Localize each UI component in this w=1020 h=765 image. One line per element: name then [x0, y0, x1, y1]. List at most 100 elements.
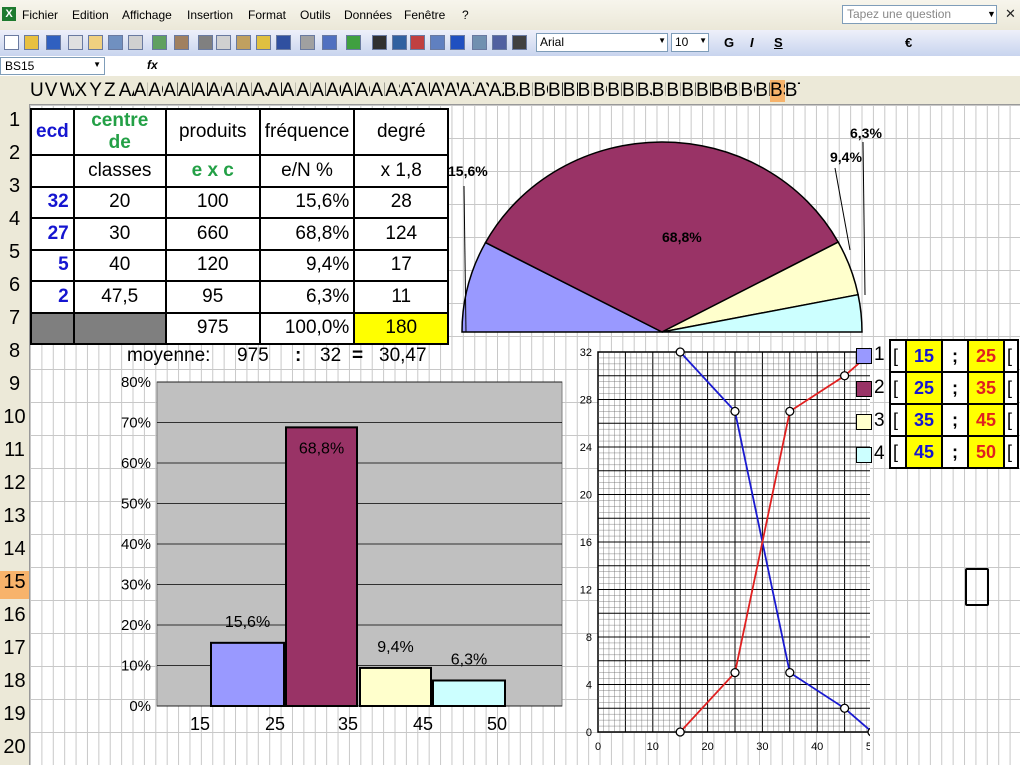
- column-header[interactable]: AS: [385, 80, 400, 102]
- header2-degre[interactable]: x 1,8: [353, 154, 450, 188]
- line-chart[interactable]: 0 4 8 12 16 20 24 28 32 0 10 20 30 40 50: [560, 340, 870, 765]
- header-ecd[interactable]: ecd: [30, 108, 75, 156]
- column-header[interactable]: AK: [267, 80, 282, 102]
- column-header[interactable]: AQ: [356, 80, 371, 102]
- cell-produits[interactable]: 660: [164, 217, 261, 251]
- column-header[interactable]: BA: [504, 80, 519, 102]
- cell-centre[interactable]: 47,5: [72, 280, 167, 314]
- redo-icon[interactable]: [300, 35, 315, 50]
- column-header[interactable]: BH: [607, 80, 622, 102]
- column-header[interactable]: AN: [311, 80, 326, 102]
- bracket-close[interactable]: [: [1004, 371, 1019, 405]
- column-header[interactable]: W: [60, 80, 75, 102]
- column-header[interactable]: AI: [237, 80, 252, 102]
- menu-item[interactable]: Edition: [72, 8, 109, 22]
- header2-frequence[interactable]: e/N %: [258, 154, 356, 188]
- column-header[interactable]: BC: [533, 80, 548, 102]
- spell-icon[interactable]: [152, 35, 167, 50]
- header-produits[interactable]: produits: [164, 108, 261, 156]
- cell-ecd[interactable]: 5: [30, 248, 75, 282]
- row-header[interactable]: 17: [0, 637, 29, 665]
- row-header[interactable]: 10: [0, 406, 29, 434]
- data-point[interactable]: [675, 347, 685, 357]
- cell-produits[interactable]: 100: [164, 185, 261, 219]
- data-point[interactable]: [785, 667, 795, 678]
- header-centre[interactable]: centre de: [72, 108, 167, 156]
- cell-degre[interactable]: 124: [353, 217, 450, 251]
- font-size-select[interactable]: 10 ▼: [671, 33, 709, 52]
- column-header[interactable]: AT: [400, 80, 415, 102]
- cell-ecd[interactable]: 32: [30, 185, 75, 219]
- column-header[interactable]: BO: [711, 80, 726, 102]
- chevron-down-icon[interactable]: ▼: [987, 9, 996, 19]
- row-header[interactable]: 5: [0, 241, 29, 269]
- column-header[interactable]: AX: [459, 80, 474, 102]
- research-icon[interactable]: [174, 35, 189, 50]
- paste-icon[interactable]: [236, 35, 251, 50]
- data-point[interactable]: [785, 406, 795, 417]
- save-icon[interactable]: [46, 35, 61, 50]
- column-header[interactable]: AC: [148, 80, 163, 102]
- menu-item[interactable]: ?: [462, 8, 469, 22]
- cell-total-frequence[interactable]: 100,0%: [258, 311, 356, 345]
- cell-ecd[interactable]: 2: [30, 280, 75, 314]
- cell-degre[interactable]: 28: [353, 185, 450, 219]
- bold-button[interactable]: G: [724, 35, 734, 50]
- column-header[interactable]: AM: [296, 80, 311, 102]
- row-header[interactable]: 7: [0, 307, 29, 335]
- row-header[interactable]: 6: [0, 274, 29, 302]
- row-header[interactable]: 4: [0, 208, 29, 236]
- cell-frequence[interactable]: 9,4%: [258, 248, 356, 282]
- bar-chart[interactable]: 0% 10% 20% 30% 40% 50% 60% 70% 80% 15,6% 68,8% 9,4%…: [105, 370, 575, 740]
- row-header[interactable]: 18: [0, 670, 29, 698]
- open-icon[interactable]: [24, 35, 39, 50]
- cell-produits[interactable]: 120: [164, 248, 261, 282]
- bar[interactable]: [359, 666, 432, 707]
- column-header[interactable]: BG: [592, 80, 607, 102]
- menu-item[interactable]: Données: [344, 8, 392, 22]
- column-header[interactable]: V: [45, 80, 60, 102]
- cell-centre[interactable]: 20: [72, 185, 167, 219]
- separator[interactable]: ;: [941, 435, 969, 469]
- data-point[interactable]: [730, 406, 740, 417]
- separator[interactable]: ;: [941, 371, 969, 405]
- cell-centre[interactable]: 30: [72, 217, 167, 251]
- print-icon[interactable]: [108, 35, 123, 50]
- row-header[interactable]: 12: [0, 472, 29, 500]
- fx-icon[interactable]: fx: [147, 58, 158, 72]
- bracket-open[interactable]: [: [889, 403, 906, 437]
- bracket-close[interactable]: [: [1004, 339, 1019, 373]
- header-degre[interactable]: degré: [353, 108, 450, 156]
- cell-frequence[interactable]: 15,6%: [258, 185, 356, 219]
- column-header[interactable]: BB: [518, 80, 533, 102]
- preview-icon[interactable]: [128, 35, 143, 50]
- help-search-input[interactable]: Tapez une question: [842, 5, 997, 24]
- column-header[interactable]: BR: [755, 80, 770, 102]
- sum-icon[interactable]: [372, 35, 387, 50]
- column-header[interactable]: AR: [370, 80, 385, 102]
- cell-total-ecd[interactable]: [30, 311, 75, 345]
- bar[interactable]: [285, 426, 358, 708]
- header2-centre[interactable]: classes: [72, 154, 167, 188]
- column-header[interactable]: AE: [178, 80, 193, 102]
- underline-button[interactable]: S: [774, 35, 783, 50]
- row-header[interactable]: 19: [0, 703, 29, 731]
- drawing-icon[interactable]: [430, 35, 445, 50]
- options-icon[interactable]: [492, 35, 507, 50]
- column-header[interactable]: BQ: [740, 80, 755, 102]
- permission-icon[interactable]: [68, 35, 83, 50]
- link-icon[interactable]: [322, 35, 337, 50]
- column-header[interactable]: BM: [681, 80, 696, 102]
- cell-degre[interactable]: 17: [353, 248, 450, 282]
- interval-low[interactable]: 15: [905, 339, 943, 373]
- column-header[interactable]: BF: [578, 80, 593, 102]
- close-icon[interactable]: ✕: [1005, 6, 1016, 22]
- italic-button[interactable]: I: [750, 35, 754, 50]
- column-header[interactable]: AU: [415, 80, 430, 102]
- column-header[interactable]: BN: [696, 80, 711, 102]
- bracket-open[interactable]: [: [889, 339, 906, 373]
- bracket-close[interactable]: [: [1004, 435, 1019, 469]
- column-header[interactable]: BK: [652, 80, 667, 102]
- cell-total-produits[interactable]: 975: [164, 311, 261, 345]
- sort-icon[interactable]: [392, 35, 407, 50]
